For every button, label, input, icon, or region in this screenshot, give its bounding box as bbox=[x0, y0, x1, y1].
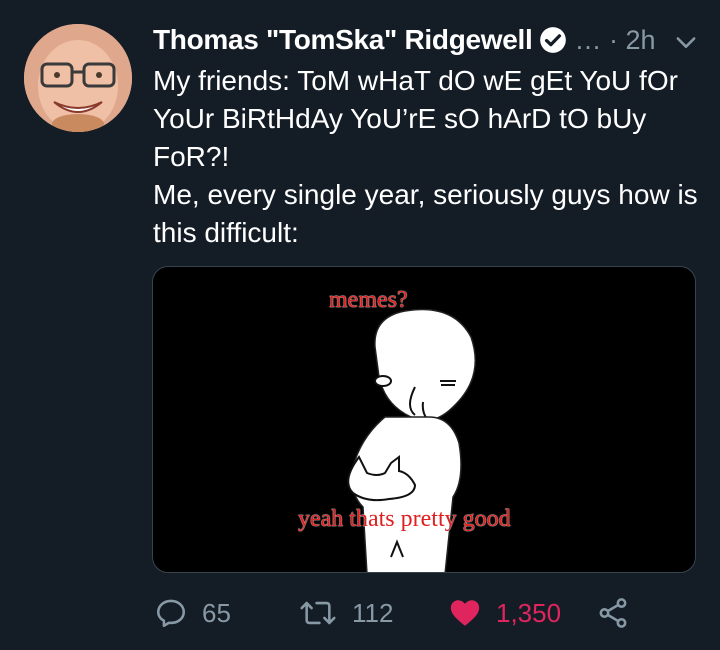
tweet-text-line: Me, every single year, seriously guys ho… bbox=[153, 179, 698, 248]
author-avatar[interactable] bbox=[24, 24, 132, 132]
retweet-button[interactable]: 112 bbox=[298, 588, 393, 638]
tweet-actions: 65 112 1,350 bbox=[152, 588, 672, 638]
chevron-down-icon[interactable] bbox=[672, 28, 700, 56]
reply-count: 65 bbox=[202, 597, 231, 628]
tweet-header: Thomas "TomSka" Ridgewell … · 2h bbox=[153, 20, 706, 60]
reply-icon bbox=[156, 599, 186, 628]
verified-badge-icon bbox=[539, 27, 566, 53]
avatar-image bbox=[24, 24, 132, 132]
reply-button[interactable]: 65 bbox=[154, 588, 231, 638]
share-button[interactable] bbox=[596, 588, 630, 638]
tweet-media[interactable]: memes? yeah thats pretty good bbox=[152, 266, 696, 573]
retweet-icon bbox=[300, 601, 336, 625]
meme-bottom-caption: yeah thats pretty good bbox=[298, 506, 511, 532]
heart-icon bbox=[450, 600, 480, 626]
tweet-timestamp[interactable]: … · 2h bbox=[575, 25, 656, 56]
like-button[interactable]: 1,350 bbox=[448, 588, 561, 638]
author-name[interactable]: Thomas "TomSka" Ridgewell bbox=[153, 24, 533, 56]
meme-top-caption: memes? bbox=[329, 287, 408, 313]
like-count: 1,350 bbox=[496, 597, 562, 628]
tweet-text-line: My friends: ToM wHaT dO wE gEt YoU fOr Y… bbox=[153, 65, 678, 172]
retweet-count: 112 bbox=[352, 597, 394, 628]
share-icon bbox=[599, 598, 627, 628]
tweet-text: My friends: ToM wHaT dO wE gEt YoU fOr Y… bbox=[153, 62, 703, 252]
